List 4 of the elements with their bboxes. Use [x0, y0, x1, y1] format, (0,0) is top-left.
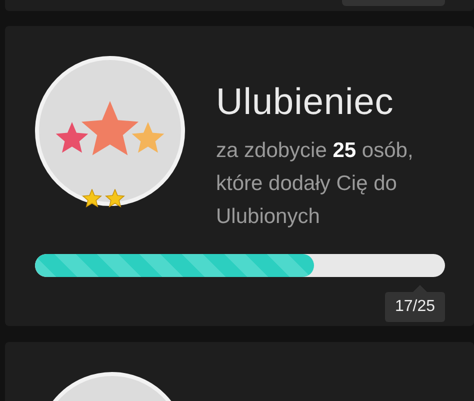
stars-icon [82, 189, 125, 209]
achievement-title: Ulubieniec [216, 80, 395, 124]
progress-tooltip: 17/25 [384, 285, 445, 322]
achievement-description: za zdobycie 25 osób, które dodały Cię do Ulubionych [216, 138, 414, 230]
